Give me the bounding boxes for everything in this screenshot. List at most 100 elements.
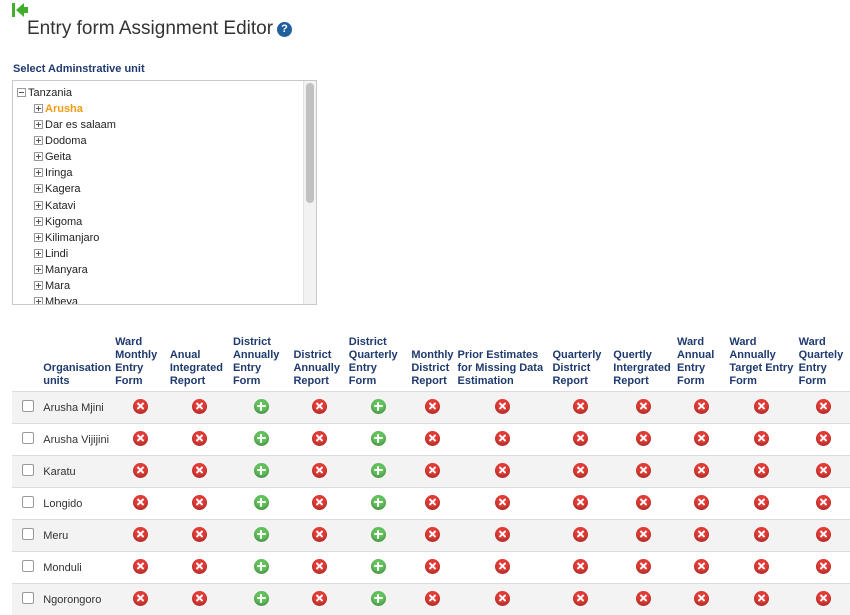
add-icon[interactable] [254,431,269,446]
remove-icon[interactable] [495,527,510,542]
remove-icon[interactable] [754,399,769,414]
remove-icon[interactable] [636,495,651,510]
back-arrow-icon[interactable] [11,2,29,18]
remove-icon[interactable] [694,527,709,542]
remove-icon[interactable] [312,495,327,510]
tree-scrollbar-thumb[interactable] [306,83,314,203]
add-icon[interactable] [254,527,269,542]
row-checkbox[interactable] [22,432,34,444]
remove-icon[interactable] [816,431,831,446]
remove-icon[interactable] [816,527,831,542]
expand-icon[interactable] [34,168,43,177]
tree-item[interactable]: Mbeya [34,294,116,305]
add-icon[interactable] [371,559,386,574]
remove-icon[interactable] [312,399,327,414]
remove-icon[interactable] [133,591,148,606]
tree-item[interactable]: Manyara [34,262,116,278]
remove-icon[interactable] [694,559,709,574]
tree-item[interactable]: Dodoma [34,133,116,149]
tree-item[interactable]: Arusha [34,101,116,117]
remove-icon[interactable] [495,591,510,606]
remove-icon[interactable] [754,463,769,478]
expand-icon[interactable] [34,233,43,242]
remove-icon[interactable] [816,591,831,606]
expand-icon[interactable] [34,136,43,145]
row-checkbox[interactable] [22,592,34,604]
add-icon[interactable] [254,591,269,606]
remove-icon[interactable] [754,431,769,446]
remove-icon[interactable] [636,463,651,478]
remove-icon[interactable] [573,399,588,414]
remove-icon[interactable] [133,495,148,510]
remove-icon[interactable] [495,495,510,510]
remove-icon[interactable] [754,591,769,606]
remove-icon[interactable] [694,463,709,478]
remove-icon[interactable] [816,495,831,510]
tree-item[interactable]: Lindi [34,246,116,262]
tree-root-node[interactable]: Tanzania [17,87,72,99]
admin-unit-tree[interactable]: Tanzania ArushaDar es salaamDodomaGeitaI… [12,80,317,305]
remove-icon[interactable] [636,399,651,414]
tree-item[interactable]: Kilimanjaro [34,230,116,246]
remove-icon[interactable] [192,463,207,478]
expand-icon[interactable] [34,104,43,113]
remove-icon[interactable] [312,431,327,446]
remove-icon[interactable] [573,431,588,446]
remove-icon[interactable] [816,463,831,478]
remove-icon[interactable] [192,591,207,606]
add-icon[interactable] [254,463,269,478]
remove-icon[interactable] [133,559,148,574]
remove-icon[interactable] [312,591,327,606]
remove-icon[interactable] [694,495,709,510]
remove-icon[interactable] [495,559,510,574]
add-icon[interactable] [371,591,386,606]
remove-icon[interactable] [312,463,327,478]
expand-icon[interactable] [34,265,43,274]
remove-icon[interactable] [312,527,327,542]
row-checkbox[interactable] [22,464,34,476]
remove-icon[interactable] [425,399,440,414]
collapse-icon[interactable] [17,88,26,97]
remove-icon[interactable] [694,399,709,414]
tree-item[interactable]: Kigoma [34,214,116,230]
remove-icon[interactable] [425,431,440,446]
remove-icon[interactable] [573,495,588,510]
help-icon[interactable]: ? [277,22,292,37]
remove-icon[interactable] [133,527,148,542]
remove-icon[interactable] [816,559,831,574]
remove-icon[interactable] [754,495,769,510]
add-icon[interactable] [371,527,386,542]
row-checkbox[interactable] [22,528,34,540]
expand-icon[interactable] [34,184,43,193]
row-checkbox[interactable] [22,400,34,412]
remove-icon[interactable] [573,527,588,542]
add-icon[interactable] [371,463,386,478]
tree-item[interactable]: Geita [34,149,116,165]
tree-item[interactable]: Mara [34,278,116,294]
remove-icon[interactable] [694,591,709,606]
remove-icon[interactable] [312,559,327,574]
remove-icon[interactable] [192,559,207,574]
tree-item[interactable]: Kagera [34,181,116,197]
expand-icon[interactable] [34,120,43,129]
expand-icon[interactable] [34,297,43,305]
remove-icon[interactable] [192,495,207,510]
remove-icon[interactable] [573,559,588,574]
remove-icon[interactable] [636,591,651,606]
add-icon[interactable] [254,399,269,414]
tree-item[interactable]: Katavi [34,198,116,214]
remove-icon[interactable] [495,431,510,446]
expand-icon[interactable] [34,281,43,290]
add-icon[interactable] [371,399,386,414]
remove-icon[interactable] [192,431,207,446]
remove-icon[interactable] [192,527,207,542]
add-icon[interactable] [254,495,269,510]
remove-icon[interactable] [495,399,510,414]
remove-icon[interactable] [425,559,440,574]
remove-icon[interactable] [425,527,440,542]
remove-icon[interactable] [694,431,709,446]
row-checkbox[interactable] [22,560,34,572]
remove-icon[interactable] [425,495,440,510]
add-icon[interactable] [371,431,386,446]
tree-item[interactable]: Iringa [34,165,116,181]
